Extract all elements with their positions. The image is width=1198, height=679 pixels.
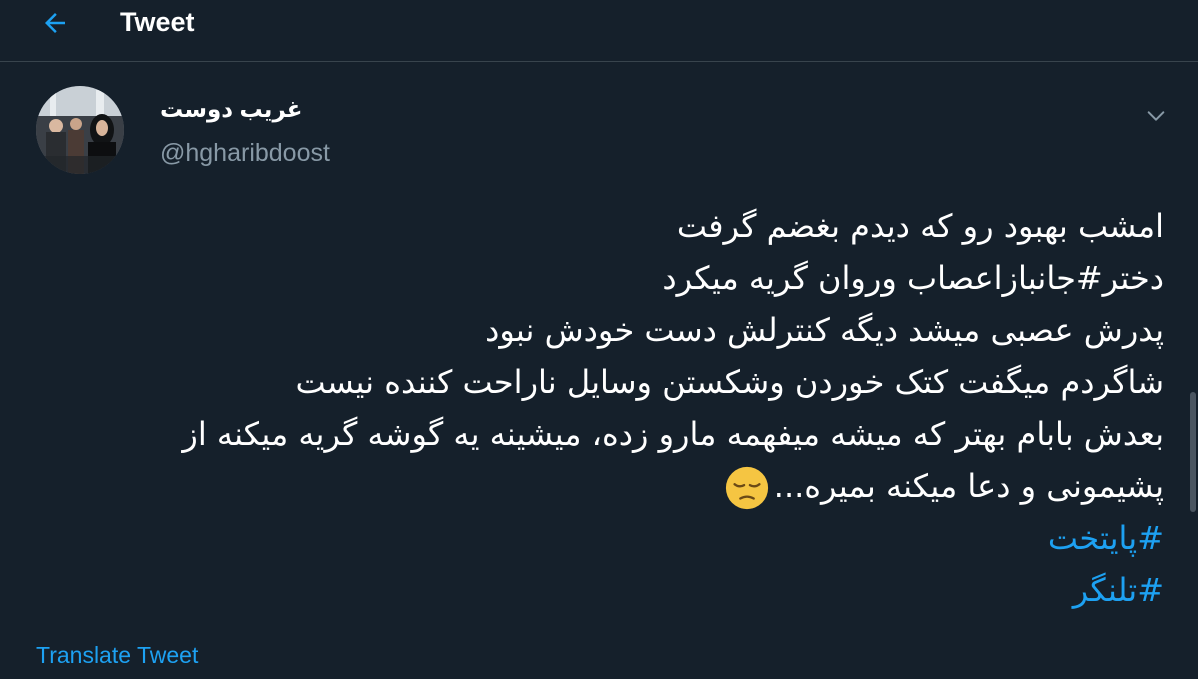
tweet-text: امشب بهبود رو که دیدم بغضم گرفت دختر#جان… (44, 200, 1164, 616)
hashtag-link[interactable]: #تلنگر (44, 564, 1164, 616)
hashtag-link[interactable]: #پایتخت (44, 512, 1164, 564)
author-handle[interactable]: @hgharibdoost (160, 138, 330, 168)
tweet-line: امشب بهبود رو که دیدم بغضم گرفت (676, 207, 1164, 245)
translate-tweet-link[interactable]: Translate Tweet (36, 640, 198, 670)
tweet-line: دختر#جانبازاعصاب وروان گریه میکرد (662, 259, 1164, 297)
page-title: Tweet (120, 7, 195, 37)
tweet-line-text: پشیمونی و دعا میکنه بمیره... (773, 467, 1164, 505)
top-bar: Tweet (0, 0, 1198, 62)
author-display-name[interactable]: غریب دوست (160, 94, 302, 124)
scrollbar[interactable] (1188, 62, 1196, 679)
tweet-line: شاگردم میگفت کتک خوردن وشکستن وسایل نارا… (295, 363, 1164, 401)
scrollbar-thumb[interactable] (1190, 392, 1196, 512)
profile-photo (36, 86, 124, 174)
arrow-left-icon (45, 13, 65, 33)
pensive-face-emoji (725, 466, 768, 510)
chevron-down-icon (1147, 111, 1165, 121)
avatar[interactable] (36, 86, 124, 174)
more-options-button[interactable] (1140, 100, 1172, 132)
tweet-page: Tweet غریب دوست @hgharibdoost امشب بهبود… (0, 0, 1198, 679)
tweet-line: بعدش بابام بهتر که میشه میفهمه مارو زده،… (182, 415, 1164, 453)
back-button[interactable] (36, 4, 74, 42)
tweet-line: پدرش عصبی میشد دیگه کنترلش دست خودش نبود (485, 311, 1164, 349)
tweet-line-last: پشیمونی و دعا میکنه بمیره... (44, 460, 1164, 512)
